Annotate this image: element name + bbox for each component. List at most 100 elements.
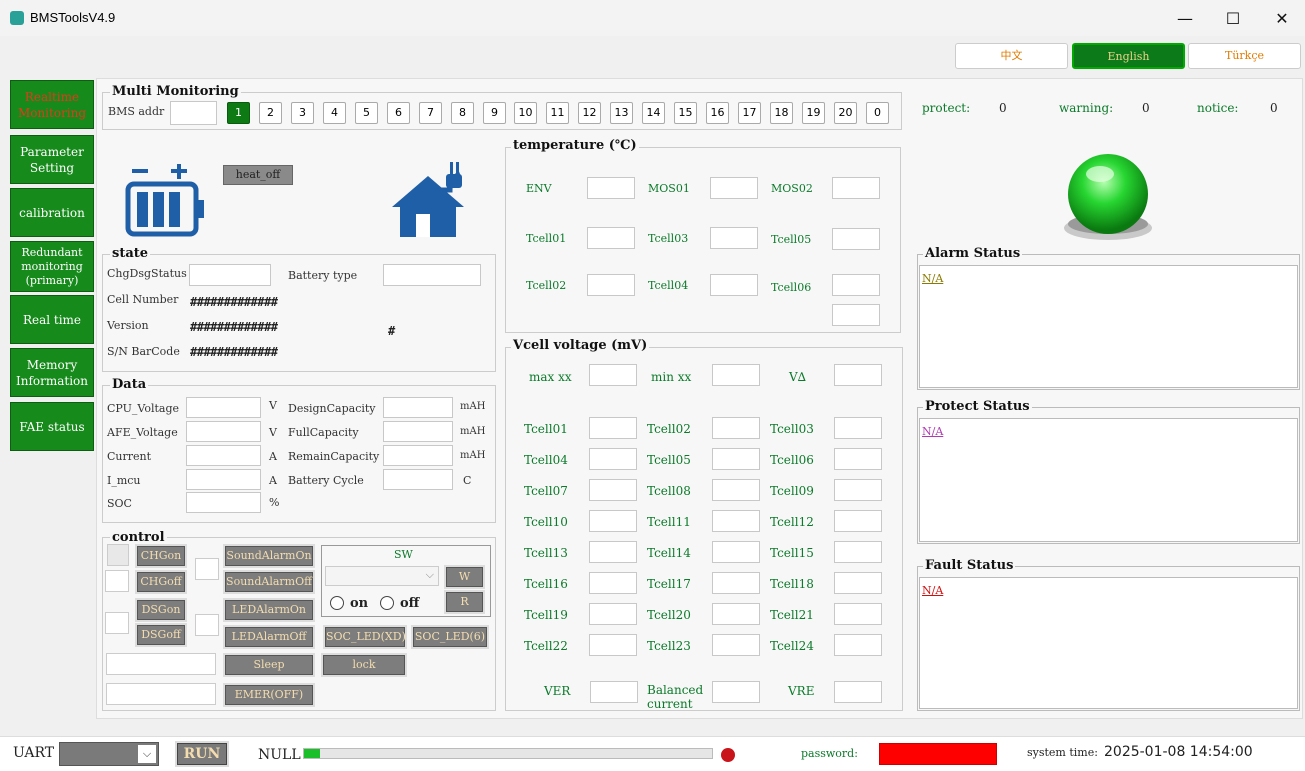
vcell-tcell12-field[interactable] xyxy=(834,510,882,532)
addr-button-8[interactable]: 8 xyxy=(451,102,474,124)
temp-mos02-field[interactable] xyxy=(832,177,880,199)
addr-button-17[interactable]: 17 xyxy=(738,102,761,124)
lock-button[interactable]: lock xyxy=(323,655,405,675)
sw-select[interactable]: ⌵ xyxy=(325,566,439,586)
nav-real-time[interactable]: Real time xyxy=(10,295,94,344)
sound-alarm-on-button[interactable]: SoundAlarmOn xyxy=(225,546,313,566)
uart-select[interactable]: ⌵ xyxy=(59,742,159,766)
led-alarm-on-button[interactable]: LEDAlarmOn xyxy=(225,600,313,620)
addr-button-2[interactable]: 2 xyxy=(259,102,282,124)
vcell-tcell18-field[interactable] xyxy=(834,572,882,594)
sw-read-button[interactable]: R xyxy=(446,592,483,612)
nav-realtime-monitoring[interactable]: Realtime Monitoring xyxy=(10,80,94,129)
temp-mos01-field[interactable] xyxy=(710,177,758,199)
soc-led-xd-button[interactable]: SOC_LED(XD) xyxy=(325,627,406,647)
temp-extra-field[interactable] xyxy=(832,304,880,326)
vcell-tcell06-field[interactable] xyxy=(834,448,882,470)
temp-tcell01-field[interactable] xyxy=(587,227,635,249)
fault-status-value[interactable]: N/A xyxy=(922,584,943,597)
addr-button-6[interactable]: 6 xyxy=(387,102,410,124)
addr-button-16[interactable]: 16 xyxy=(706,102,729,124)
vcell-tcell19-field[interactable] xyxy=(589,603,637,625)
addr-button-20[interactable]: 20 xyxy=(834,102,857,124)
vcell-tcell04-field[interactable] xyxy=(589,448,637,470)
vcell-tcell13-field[interactable] xyxy=(589,541,637,563)
nav-parameter-setting[interactable]: Parameter Setting xyxy=(10,135,94,184)
vcell-tcell14-field[interactable] xyxy=(712,541,760,563)
close-button[interactable]: ✕ xyxy=(1259,4,1305,34)
addr-button-11[interactable]: 11 xyxy=(546,102,569,124)
led-alarm-off-button[interactable]: LEDAlarmOff xyxy=(225,627,313,647)
balanced-current-field[interactable] xyxy=(712,681,760,703)
addr-button-12[interactable]: 12 xyxy=(578,102,601,124)
vcell-tcell23-field[interactable] xyxy=(712,634,760,656)
dsg-on-button[interactable]: DSGon xyxy=(137,600,185,620)
addr-button-3[interactable]: 3 xyxy=(291,102,314,124)
vre-field[interactable] xyxy=(834,681,882,703)
addr-button-1[interactable]: 1 xyxy=(227,102,250,124)
radio-off[interactable] xyxy=(380,596,394,610)
addr-button-18[interactable]: 18 xyxy=(770,102,793,124)
vcell-max-field[interactable] xyxy=(589,364,637,386)
vcell-tcell01-field[interactable] xyxy=(589,417,637,439)
afe-voltage-field[interactable] xyxy=(186,421,261,442)
run-button[interactable]: RUN xyxy=(177,743,227,765)
radio-on[interactable] xyxy=(330,596,344,610)
vcell-min-field[interactable] xyxy=(712,364,760,386)
vcell-tcell07-field[interactable] xyxy=(589,479,637,501)
vcell-tcell17-field[interactable] xyxy=(712,572,760,594)
emer-off-button[interactable]: EMER(OFF) xyxy=(225,685,313,705)
vcell-tcell22-field[interactable] xyxy=(589,634,637,656)
addr-button-10[interactable]: 10 xyxy=(514,102,537,124)
sleep-button[interactable]: Sleep xyxy=(225,655,313,675)
addr-button-15[interactable]: 15 xyxy=(674,102,697,124)
sound-alarm-off-button[interactable]: SoundAlarmOff xyxy=(225,572,313,592)
addr-button-9[interactable]: 9 xyxy=(483,102,506,124)
vcell-tcell08-field[interactable] xyxy=(712,479,760,501)
addr-button-0[interactable]: 0 xyxy=(866,102,889,124)
bms-addr-input[interactable] xyxy=(170,101,217,125)
remain-capacity-field[interactable] xyxy=(383,445,453,466)
lang-turkish-button[interactable]: Türkçe xyxy=(1188,43,1301,69)
temp-tcell02-field[interactable] xyxy=(587,274,635,296)
addr-button-4[interactable]: 4 xyxy=(323,102,346,124)
password-field[interactable] xyxy=(879,743,997,765)
sw-write-button[interactable]: W xyxy=(446,567,483,587)
vcell-tcell03-field[interactable] xyxy=(834,417,882,439)
cpu-voltage-field[interactable] xyxy=(186,397,261,418)
dsg-off-button[interactable]: DSGoff xyxy=(137,625,185,645)
nav-memory-information[interactable]: Memory Information xyxy=(10,348,94,397)
lang-chinese-button[interactable]: 中文 xyxy=(955,43,1068,69)
vcell-tcell15-field[interactable] xyxy=(834,541,882,563)
nav-calibration[interactable]: calibration xyxy=(10,188,94,237)
nav-redundant-monitoring[interactable]: Redundant monitoring (primary) xyxy=(10,241,94,292)
design-capacity-field[interactable] xyxy=(383,397,453,418)
full-capacity-field[interactable] xyxy=(383,421,453,442)
current-field[interactable] xyxy=(186,445,261,466)
temp-tcell05-field[interactable] xyxy=(832,228,880,250)
ver-field[interactable] xyxy=(590,681,638,703)
vcell-tcell24-field[interactable] xyxy=(834,634,882,656)
battery-type-field[interactable] xyxy=(383,264,481,286)
alarm-status-value[interactable]: N/A xyxy=(922,272,943,285)
battery-cycle-field[interactable] xyxy=(383,469,453,490)
addr-button-5[interactable]: 5 xyxy=(355,102,378,124)
addr-button-7[interactable]: 7 xyxy=(419,102,442,124)
addr-button-13[interactable]: 13 xyxy=(610,102,633,124)
maximize-button[interactable]: ☐ xyxy=(1210,4,1256,34)
vcell-tcell05-field[interactable] xyxy=(712,448,760,470)
addr-button-14[interactable]: 14 xyxy=(642,102,665,124)
temp-env-field[interactable] xyxy=(587,177,635,199)
chg-off-button[interactable]: CHGoff xyxy=(137,572,185,592)
minimize-button[interactable]: — xyxy=(1162,4,1208,34)
vcell-tcell11-field[interactable] xyxy=(712,510,760,532)
vcell-delta-field[interactable] xyxy=(834,364,882,386)
chg-dsg-status-field[interactable] xyxy=(189,264,271,286)
soc-led-6-button[interactable]: SOC_LED(6) xyxy=(413,627,487,647)
vcell-tcell20-field[interactable] xyxy=(712,603,760,625)
temp-tcell03-field[interactable] xyxy=(710,227,758,249)
vcell-tcell21-field[interactable] xyxy=(834,603,882,625)
vcell-tcell16-field[interactable] xyxy=(589,572,637,594)
addr-button-19[interactable]: 19 xyxy=(802,102,825,124)
nav-fae-status[interactable]: FAE status xyxy=(10,402,94,451)
